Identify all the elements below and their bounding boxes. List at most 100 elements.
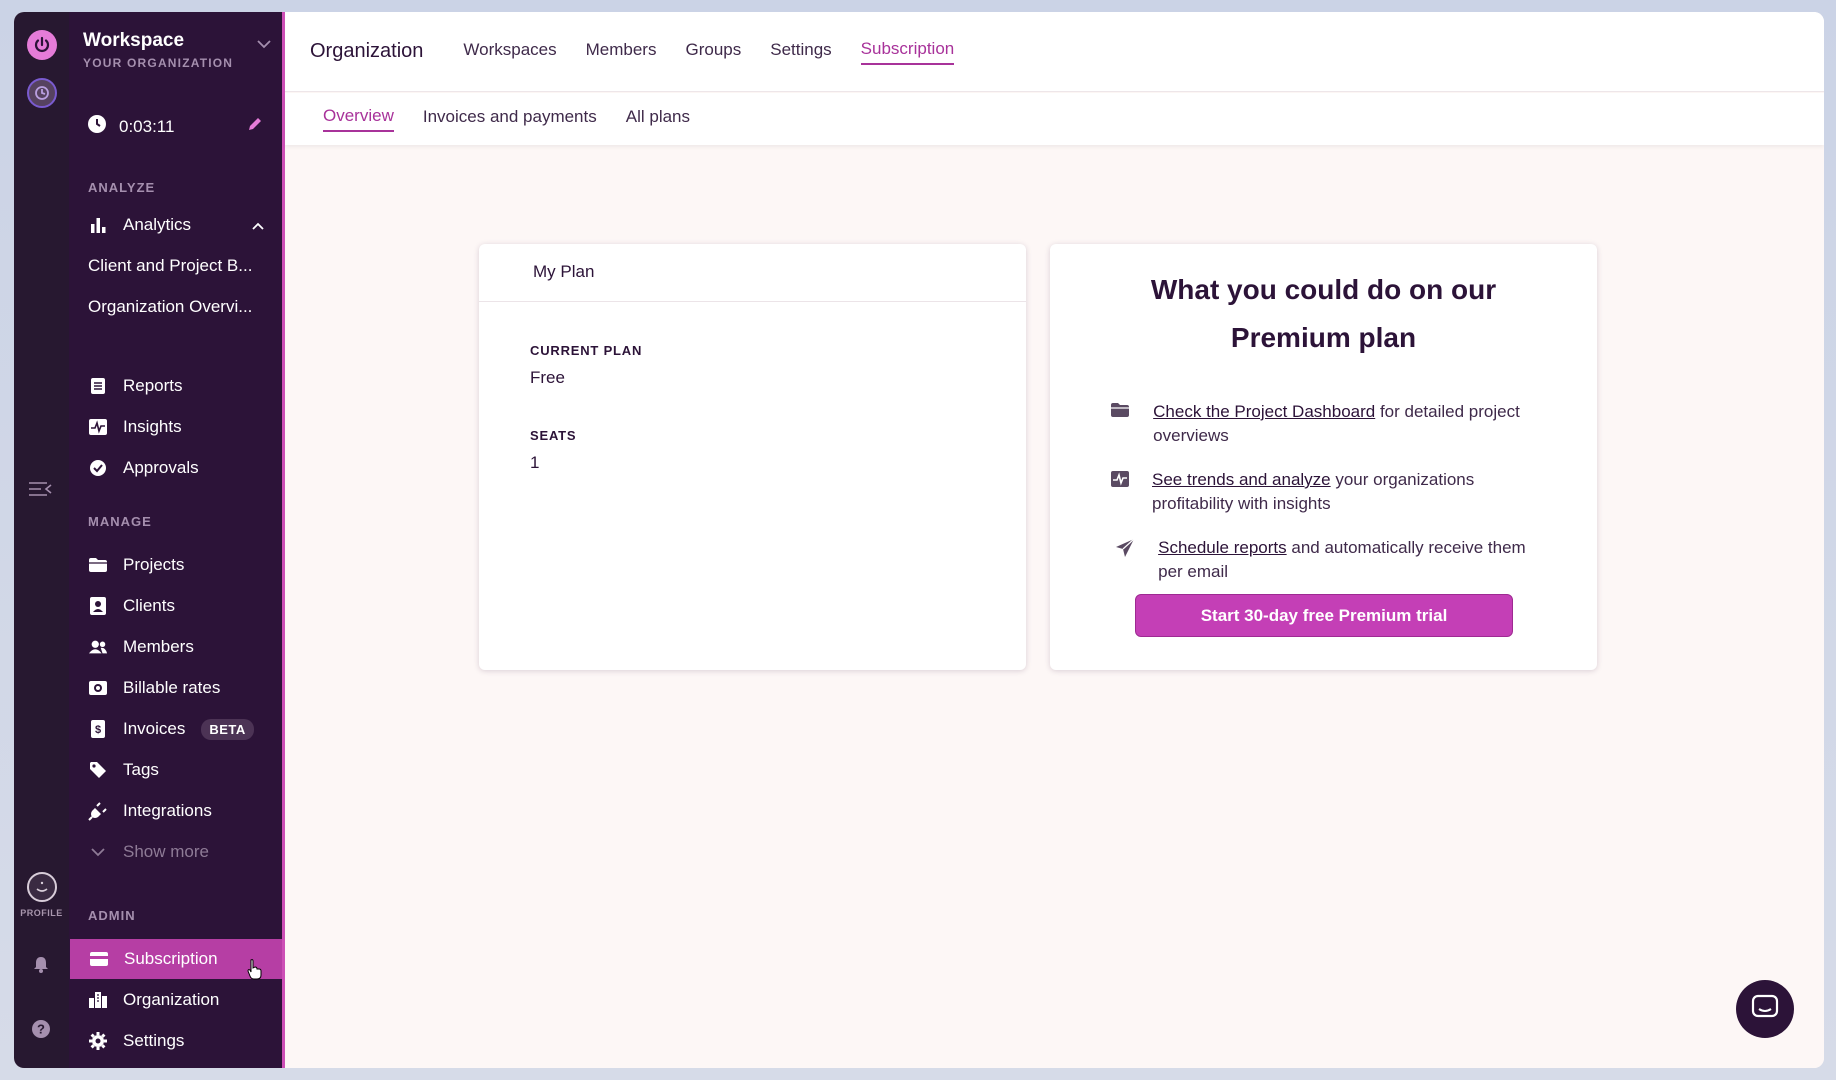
sidebar: Workspace YOUR ORGANIZATION 0:03:11 ANAL… — [69, 12, 285, 1068]
section-label-admin: ADMIN — [88, 908, 136, 923]
tab-groups[interactable]: Groups — [685, 40, 741, 64]
tab-workspaces[interactable]: Workspaces — [463, 40, 556, 64]
avatar — [26, 872, 57, 902]
sidebar-item-client-project-report[interactable]: Client and Project B... — [69, 246, 282, 286]
tab-subscription[interactable]: Subscription — [860, 39, 955, 65]
money-icon — [88, 678, 108, 698]
document-icon — [88, 376, 108, 396]
workspace-subtitle: YOUR ORGANIZATION — [83, 56, 234, 70]
feature-project-dashboard: Check the Project Dashboard for detailed… — [1110, 400, 1547, 448]
invoice-icon: $ — [88, 719, 108, 739]
paper-plane-icon — [1115, 536, 1136, 584]
my-plan-card: My Plan CURRENT PLAN Free SEATS 1 — [479, 244, 1026, 670]
premium-title-line1: What you could do on our — [1150, 274, 1497, 305]
chevron-down-icon — [256, 36, 272, 54]
sidebar-item-label: Integrations — [123, 801, 212, 820]
subtab-overview[interactable]: Overview — [323, 106, 394, 132]
building-icon — [88, 990, 108, 1010]
sidebar-item-invoices[interactable]: $ Invoices BETA — [69, 709, 282, 749]
sidebar-item-label: Invoices — [123, 719, 186, 738]
sidebar-item-label: Subscription — [124, 949, 218, 968]
folder-icon — [88, 555, 108, 575]
sub-navigation: Overview Invoices and payments All plans — [285, 93, 1824, 145]
sidebar-item-settings[interactable]: Settings — [69, 1021, 282, 1061]
sidebar-item-show-more[interactable]: Show more — [69, 832, 282, 872]
people-icon — [88, 637, 108, 657]
sidebar-item-label: Settings — [123, 1031, 185, 1050]
timer-row[interactable]: 0:03:11 — [87, 114, 264, 139]
feature-text: Schedule reports and automatically recei… — [1158, 536, 1547, 584]
chevron-down-icon — [88, 842, 108, 862]
subtab-invoices-payments[interactable]: Invoices and payments — [423, 107, 597, 131]
tab-settings[interactable]: Settings — [770, 40, 831, 64]
sidebar-item-label: Client and Project B... — [88, 256, 253, 275]
sidebar-item-billable-rates[interactable]: Billable rates — [69, 668, 282, 708]
collapse-sidebar-icon[interactable] — [27, 480, 53, 503]
workspace-name: Workspace — [83, 30, 185, 51]
feature-schedule-reports: Schedule reports and automatically recei… — [1115, 536, 1547, 584]
start-trial-button[interactable]: Start 30-day free Premium trial — [1135, 594, 1513, 637]
clock-icon — [87, 114, 107, 139]
page-title: Organization — [310, 40, 424, 62]
sidebar-item-label: Approvals — [123, 458, 199, 477]
plan-clock-icon[interactable] — [26, 78, 57, 108]
power-icon[interactable] — [26, 30, 57, 60]
sidebar-item-insights[interactable]: Insights — [69, 407, 282, 447]
seats-value: 1 — [530, 453, 540, 472]
trends-link[interactable]: See trends and analyze — [1152, 470, 1331, 489]
sidebar-item-tags[interactable]: Tags — [69, 750, 282, 790]
sidebar-item-label: Organization Overvi... — [88, 297, 253, 316]
card-icon — [89, 949, 109, 969]
bell-icon[interactable] — [31, 954, 51, 979]
tab-members[interactable]: Members — [586, 40, 657, 64]
sidebar-item-label: Show more — [123, 842, 209, 861]
app-window: PROFILE ? Workspace YOUR ORGANIZATION 0:… — [14, 12, 1824, 1068]
profile-button[interactable]: PROFILE — [14, 872, 69, 918]
section-label-analyze: ANALYZE — [88, 180, 156, 195]
sidebar-item-organization[interactable]: Organization — [69, 980, 282, 1020]
feature-text: Check the Project Dashboard for detailed… — [1153, 400, 1547, 448]
premium-plan-card: What you could do on our Premium plan Ch… — [1050, 244, 1597, 670]
workspace-switcher[interactable]: Workspace YOUR ORGANIZATION — [83, 30, 272, 70]
feature-trends: See trends and analyze your organization… — [1110, 468, 1547, 516]
sidebar-item-members[interactable]: Members — [69, 627, 282, 667]
timer-value: 0:03:11 — [119, 116, 175, 136]
project-dashboard-link[interactable]: Check the Project Dashboard — [1153, 402, 1375, 421]
premium-title: What you could do on our Premium plan — [1050, 266, 1597, 362]
sidebar-item-clients[interactable]: Clients — [69, 586, 282, 626]
sidebar-item-integrations[interactable]: Integrations — [69, 791, 282, 831]
help-icon[interactable]: ? — [30, 1018, 52, 1045]
profile-label: PROFILE — [20, 908, 63, 918]
sidebar-item-projects[interactable]: Projects — [69, 545, 282, 585]
sidebar-item-label: Clients — [123, 596, 175, 615]
sidebar-item-label: Insights — [123, 417, 182, 436]
top-navigation: Organization Workspaces Members Groups S… — [285, 12, 1824, 92]
svg-text:?: ? — [37, 1022, 45, 1037]
chat-button[interactable] — [1736, 980, 1794, 1038]
current-plan-value: Free — [530, 368, 565, 387]
plug-icon — [88, 801, 108, 821]
chat-icon — [1751, 994, 1779, 1025]
pencil-icon[interactable] — [246, 115, 264, 138]
sidebar-item-analytics[interactable]: Analytics — [69, 205, 282, 245]
bar-chart-icon — [88, 215, 108, 235]
my-plan-title: My Plan — [479, 244, 1026, 302]
feature-text: See trends and analyze your organization… — [1152, 468, 1547, 516]
section-label-manage: MANAGE — [88, 514, 152, 529]
check-circle-icon — [88, 458, 108, 478]
sidebar-item-label: Members — [123, 637, 194, 656]
sidebar-item-organization-overview[interactable]: Organization Overvi... — [69, 287, 282, 327]
sidebar-item-label: Projects — [123, 555, 185, 574]
mouse-cursor-icon — [247, 959, 262, 980]
main-content: Organization Workspaces Members Groups S… — [285, 12, 1824, 1068]
subtab-all-plans[interactable]: All plans — [626, 107, 690, 131]
sidebar-item-label: Analytics — [123, 215, 192, 234]
folder-icon — [1110, 400, 1131, 448]
sidebar-item-approvals[interactable]: Approvals — [69, 448, 282, 488]
schedule-reports-link[interactable]: Schedule reports — [1158, 538, 1287, 557]
tag-icon — [88, 760, 108, 780]
svg-text:$: $ — [95, 724, 101, 736]
beta-badge: BETA — [201, 718, 254, 740]
sidebar-item-reports[interactable]: Reports — [69, 366, 282, 406]
chevron-up-icon — [252, 215, 264, 235]
